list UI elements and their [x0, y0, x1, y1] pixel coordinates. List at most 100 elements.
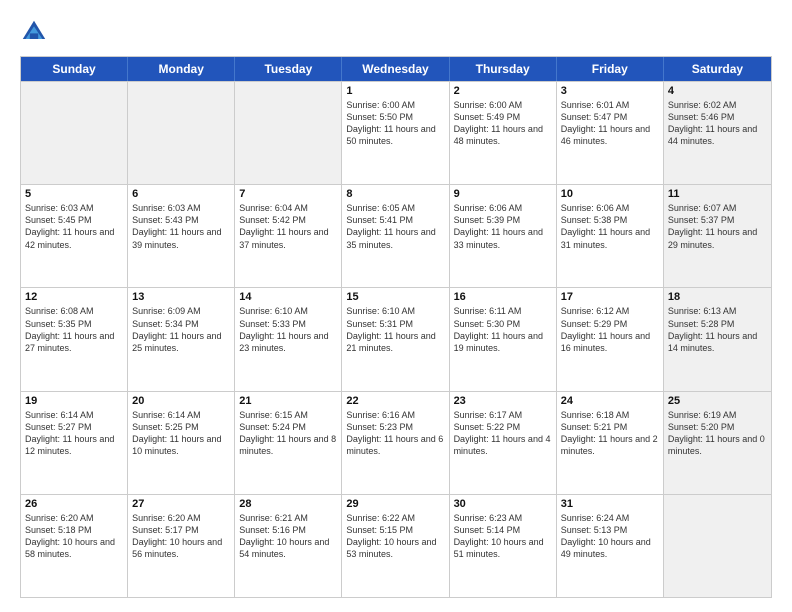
day-number: 21: [239, 395, 337, 407]
cell-info: Sunrise: 6:14 AM Sunset: 5:27 PM Dayligh…: [25, 409, 123, 458]
cell-info: Sunrise: 6:02 AM Sunset: 5:46 PM Dayligh…: [668, 99, 767, 148]
day-number: 7: [239, 188, 337, 200]
day-number: 9: [454, 188, 552, 200]
cell-info: Sunrise: 6:08 AM Sunset: 5:35 PM Dayligh…: [25, 305, 123, 354]
calendar: SundayMondayTuesdayWednesdayThursdayFrid…: [20, 56, 772, 598]
day-number: 15: [346, 291, 444, 303]
cell-info: Sunrise: 6:13 AM Sunset: 5:28 PM Dayligh…: [668, 305, 767, 354]
day-number: 25: [668, 395, 767, 407]
calendar-cell: 8 Sunrise: 6:05 AM Sunset: 5:41 PM Daylig…: [342, 185, 449, 287]
logo: [20, 18, 52, 46]
calendar-cell: 4 Sunrise: 6:02 AM Sunset: 5:46 PM Daylig…: [664, 82, 771, 184]
calendar-cell: [235, 82, 342, 184]
day-number: 27: [132, 498, 230, 510]
calendar-cell: 11 Sunrise: 6:07 AM Sunset: 5:37 PM Dayli…: [664, 185, 771, 287]
calendar-cell: 21Sunrise: 6:15 AM Sunset: 5:24 PM Dayli…: [235, 392, 342, 494]
calendar-cell: [664, 495, 771, 597]
cell-info: Sunrise: 6:17 AM Sunset: 5:22 PM Dayligh…: [454, 409, 552, 458]
calendar-cell: 1Sunrise: 6:00 AM Sunset: 5:50 PM Daylig…: [342, 82, 449, 184]
day-number: 24: [561, 395, 659, 407]
day-number: 16: [454, 291, 552, 303]
cell-info: Sunrise: 6:09 AM Sunset: 5:34 PM Dayligh…: [132, 305, 230, 354]
cell-info: Sunrise: 6:01 AM Sunset: 5:47 PM Dayligh…: [561, 99, 659, 148]
calendar-cell: 19 Sunrise: 6:14 AM Sunset: 5:27 PM Dayli…: [21, 392, 128, 494]
day-number: 1: [346, 85, 444, 97]
day-number: 3: [561, 85, 659, 97]
calendar-cell: 26 Sunrise: 6:20 AM Sunset: 5:18 PM Dayli…: [21, 495, 128, 597]
calendar-cell: 30 Sunrise: 6:23 AM Sunset: 5:14 PM Dayli…: [450, 495, 557, 597]
cell-info: Sunrise: 6:16 AM Sunset: 5:23 PM Dayligh…: [346, 409, 444, 458]
cell-info: Sunrise: 6:20 AM Sunset: 5:17 PM Dayligh…: [132, 512, 230, 561]
cell-info: Sunrise: 6:18 AM Sunset: 5:21 PM Dayligh…: [561, 409, 659, 458]
calendar-cell: 6 Sunrise: 6:03 AM Sunset: 5:43 PM Daylig…: [128, 185, 235, 287]
cell-info: Sunrise: 6:14 AM Sunset: 5:25 PM Dayligh…: [132, 409, 230, 458]
calendar-body: 1Sunrise: 6:00 AM Sunset: 5:50 PM Daylig…: [21, 81, 771, 597]
calendar-cell: [21, 82, 128, 184]
cell-info: Sunrise: 6:00 AM Sunset: 5:49 PM Dayligh…: [454, 99, 552, 148]
day-number: 29: [346, 498, 444, 510]
cell-info: Sunrise: 6:23 AM Sunset: 5:14 PM Dayligh…: [454, 512, 552, 561]
weekday-header: Friday: [557, 57, 664, 81]
day-number: 22: [346, 395, 444, 407]
day-number: 4: [668, 85, 767, 97]
day-number: 10: [561, 188, 659, 200]
calendar-cell: 13 Sunrise: 6:09 AM Sunset: 5:34 PM Dayli…: [128, 288, 235, 390]
cell-info: Sunrise: 6:04 AM Sunset: 5:42 PM Dayligh…: [239, 202, 337, 251]
cell-info: Sunrise: 6:10 AM Sunset: 5:33 PM Dayligh…: [239, 305, 337, 354]
day-number: 20: [132, 395, 230, 407]
cell-info: Sunrise: 6:11 AM Sunset: 5:30 PM Dayligh…: [454, 305, 552, 354]
day-number: 8: [346, 188, 444, 200]
day-number: 19: [25, 395, 123, 407]
cell-info: Sunrise: 6:12 AM Sunset: 5:29 PM Dayligh…: [561, 305, 659, 354]
cell-info: Sunrise: 6:03 AM Sunset: 5:43 PM Dayligh…: [132, 202, 230, 251]
cell-info: Sunrise: 6:07 AM Sunset: 5:37 PM Dayligh…: [668, 202, 767, 251]
cell-info: Sunrise: 6:24 AM Sunset: 5:13 PM Dayligh…: [561, 512, 659, 561]
cell-info: Sunrise: 6:05 AM Sunset: 5:41 PM Dayligh…: [346, 202, 444, 251]
calendar-cell: 9Sunrise: 6:06 AM Sunset: 5:39 PM Daylig…: [450, 185, 557, 287]
calendar-cell: 7 Sunrise: 6:04 AM Sunset: 5:42 PM Daylig…: [235, 185, 342, 287]
calendar-cell: 22 Sunrise: 6:16 AM Sunset: 5:23 PM Dayli…: [342, 392, 449, 494]
calendar-row: 5 Sunrise: 6:03 AM Sunset: 5:45 PM Daylig…: [21, 184, 771, 287]
calendar-cell: 27 Sunrise: 6:20 AM Sunset: 5:17 PM Dayli…: [128, 495, 235, 597]
page: SundayMondayTuesdayWednesdayThursdayFrid…: [0, 0, 792, 612]
cell-info: Sunrise: 6:06 AM Sunset: 5:38 PM Dayligh…: [561, 202, 659, 251]
day-number: 30: [454, 498, 552, 510]
calendar-cell: 12 Sunrise: 6:08 AM Sunset: 5:35 PM Dayli…: [21, 288, 128, 390]
header: [20, 18, 772, 46]
day-number: 17: [561, 291, 659, 303]
day-number: 6: [132, 188, 230, 200]
weekday-header: Tuesday: [235, 57, 342, 81]
calendar-cell: [128, 82, 235, 184]
day-number: 23: [454, 395, 552, 407]
calendar-cell: 15 Sunrise: 6:10 AM Sunset: 5:31 PM Dayli…: [342, 288, 449, 390]
calendar-cell: 16 Sunrise: 6:11 AM Sunset: 5:30 PM Dayli…: [450, 288, 557, 390]
cell-info: Sunrise: 6:20 AM Sunset: 5:18 PM Dayligh…: [25, 512, 123, 561]
cell-info: Sunrise: 6:21 AM Sunset: 5:16 PM Dayligh…: [239, 512, 337, 561]
day-number: 14: [239, 291, 337, 303]
day-number: 12: [25, 291, 123, 303]
calendar-cell: 3 Sunrise: 6:01 AM Sunset: 5:47 PM Daylig…: [557, 82, 664, 184]
day-number: 31: [561, 498, 659, 510]
cell-info: Sunrise: 6:03 AM Sunset: 5:45 PM Dayligh…: [25, 202, 123, 251]
day-number: 28: [239, 498, 337, 510]
day-number: 13: [132, 291, 230, 303]
calendar-row: 12 Sunrise: 6:08 AM Sunset: 5:35 PM Dayli…: [21, 287, 771, 390]
calendar-cell: 25 Sunrise: 6:19 AM Sunset: 5:20 PM Dayli…: [664, 392, 771, 494]
calendar-cell: 23 Sunrise: 6:17 AM Sunset: 5:22 PM Dayli…: [450, 392, 557, 494]
calendar-header: SundayMondayTuesdayWednesdayThursdayFrid…: [21, 57, 771, 81]
day-number: 5: [25, 188, 123, 200]
calendar-cell: 14 Sunrise: 6:10 AM Sunset: 5:33 PM Dayli…: [235, 288, 342, 390]
calendar-cell: 2Sunrise: 6:00 AM Sunset: 5:49 PM Daylig…: [450, 82, 557, 184]
calendar-cell: 5 Sunrise: 6:03 AM Sunset: 5:45 PM Daylig…: [21, 185, 128, 287]
calendar-cell: 10 Sunrise: 6:06 AM Sunset: 5:38 PM Dayli…: [557, 185, 664, 287]
calendar-cell: 20 Sunrise: 6:14 AM Sunset: 5:25 PM Dayli…: [128, 392, 235, 494]
day-number: 26: [25, 498, 123, 510]
day-number: 11: [668, 188, 767, 200]
calendar-cell: 28 Sunrise: 6:21 AM Sunset: 5:16 PM Dayli…: [235, 495, 342, 597]
cell-info: Sunrise: 6:10 AM Sunset: 5:31 PM Dayligh…: [346, 305, 444, 354]
weekday-header: Monday: [128, 57, 235, 81]
weekday-header: Thursday: [450, 57, 557, 81]
cell-info: Sunrise: 6:22 AM Sunset: 5:15 PM Dayligh…: [346, 512, 444, 561]
weekday-header: Sunday: [21, 57, 128, 81]
cell-info: Sunrise: 6:19 AM Sunset: 5:20 PM Dayligh…: [668, 409, 767, 458]
